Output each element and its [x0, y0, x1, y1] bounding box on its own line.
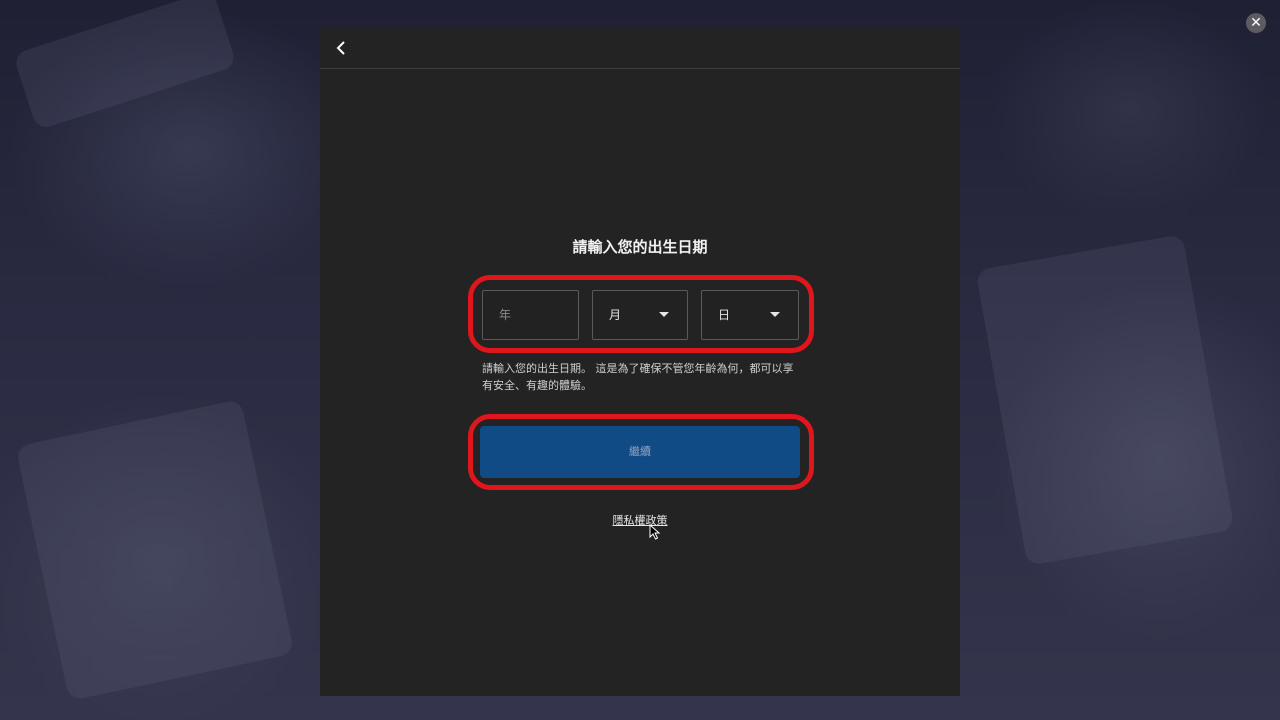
year-input[interactable]: 年	[482, 290, 579, 340]
close-button[interactable]: ✕	[1246, 13, 1266, 33]
birthdate-description: 請輸入您的出生日期。 這是為了確保不管您年齡為何，都可以享有安全、有趣的體驗。	[482, 362, 794, 392]
dialog-title: 請輸入您的出生日期	[572, 238, 708, 256]
caret-down-icon	[770, 312, 780, 317]
privacy-policy-link[interactable]: 隱私權政策	[320, 512, 960, 528]
dialog-header	[320, 28, 960, 69]
chevron-left-icon	[336, 41, 345, 55]
background-shape	[15, 398, 295, 702]
birthdate-dialog: 請輸入您的出生日期 年 月 日 請輸入您的出生日期。 這是為了確保不管您年齡為何…	[320, 28, 960, 696]
day-select-label: 日	[718, 308, 731, 322]
caret-down-icon	[659, 312, 669, 317]
month-select[interactable]: 月	[592, 290, 688, 340]
back-button[interactable]	[332, 38, 352, 58]
background-shape	[975, 234, 1235, 566]
mouse-cursor-icon	[649, 524, 661, 540]
close-icon: ✕	[1250, 15, 1262, 31]
day-select[interactable]: 日	[701, 290, 799, 340]
background-shape	[12, 0, 238, 131]
continue-button[interactable]: 繼續	[480, 426, 800, 478]
month-select-label: 月	[609, 308, 622, 322]
